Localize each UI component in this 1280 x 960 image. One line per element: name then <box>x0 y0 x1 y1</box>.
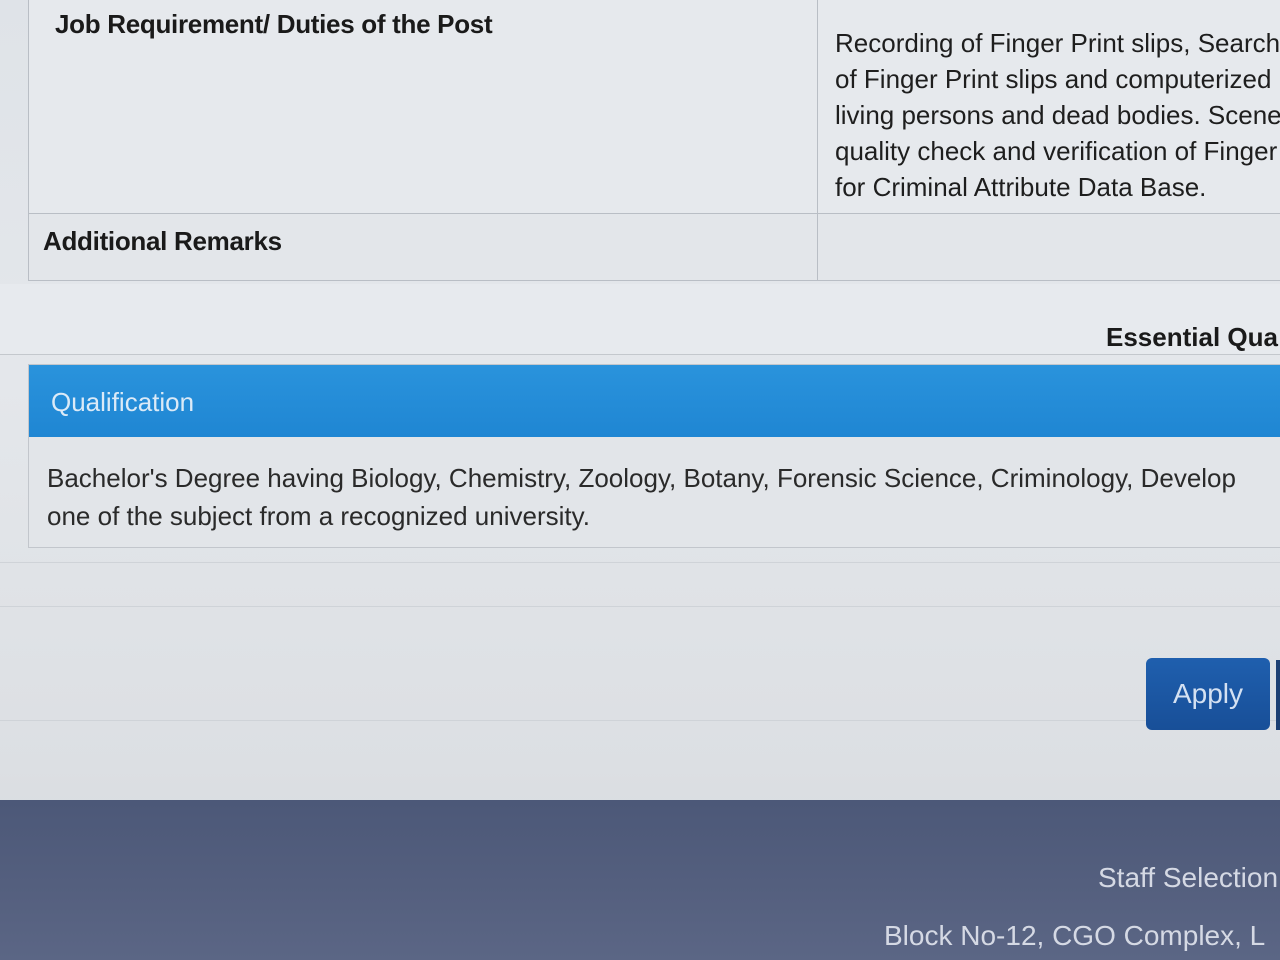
page: Job Requirement/ Duties of the Post Reco… <box>0 0 1280 960</box>
duties-line: quality check and verification of Finger <box>835 136 1278 166</box>
footer-address: Block No-12, CGO Complex, L <box>884 920 1266 951</box>
duties-line: Recording of Finger Print slips, Search <box>835 28 1280 58</box>
qualification-title: Qualification <box>51 387 195 417</box>
additional-remarks-row: Additional Remarks <box>28 213 1280 281</box>
job-duties-value: Recording of Finger Print slips, Search … <box>835 25 1280 205</box>
cell-divider <box>817 214 818 280</box>
qualification-text: Bachelor's Degree having Biology, Chemis… <box>47 459 1280 535</box>
footer: Staff Selection Block No-12, CGO Complex… <box>0 800 1280 960</box>
job-duties-label: Job Requirement/ Duties of the Post <box>55 9 493 39</box>
cell-divider <box>817 0 818 213</box>
essential-qualification-band <box>0 284 1280 355</box>
qualification-panel: Qualification Bachelor's Degree having B… <box>28 364 1280 548</box>
additional-remarks-label: Additional Remarks <box>43 226 282 256</box>
duties-line: living persons and dead bodies. Scene <box>835 100 1280 130</box>
duties-line: of Finger Print slips and computerized <box>835 64 1272 94</box>
qualification-line: Bachelor's Degree having Biology, Chemis… <box>47 463 1236 493</box>
footer-organization: Staff Selection <box>1098 862 1279 893</box>
essential-qualification-heading: Essential Qua <box>1106 322 1278 352</box>
qualification-line: one of the subject from a recognized uni… <box>47 501 590 531</box>
adjacent-button-edge[interactable] <box>1276 660 1280 730</box>
section-divider <box>0 720 1280 721</box>
duties-line: for Criminal Attribute Data Base. <box>835 172 1207 202</box>
apply-button[interactable]: Apply <box>1146 658 1270 730</box>
section-divider <box>0 606 1280 607</box>
job-duties-row: Job Requirement/ Duties of the Post Reco… <box>28 0 1280 214</box>
qualification-header: Qualification <box>29 365 1280 437</box>
section-divider <box>0 562 1280 563</box>
